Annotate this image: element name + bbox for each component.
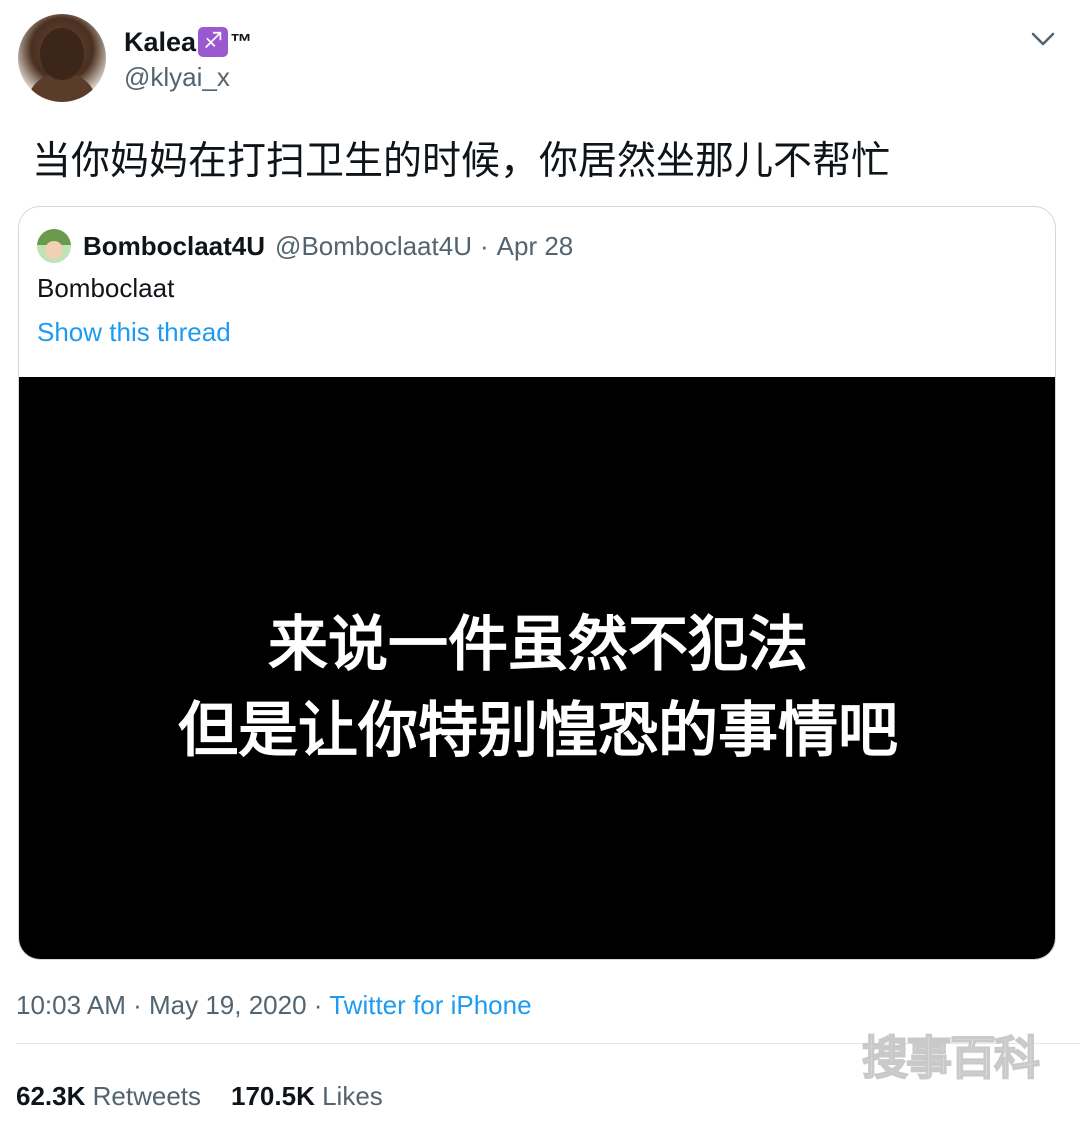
likes-label: Likes [322,1081,383,1111]
retweets-label: Retweets [92,1081,202,1111]
tweet-text: 当你妈妈在打扫卫生的时候，你居然坐那儿不帮忙 [32,139,891,184]
retweets-count: 62.3K [16,1081,86,1111]
tweet-time[interactable]: 10:03 AM [16,990,126,1020]
likes-count: 170.5K [231,1081,315,1111]
tweet-stats: 62.3K Retweets 170.5K Likes [16,1081,383,1112]
tweet-date[interactable]: May 19, 2020 [149,990,307,1020]
quoted-tweet-date: Apr 28 [496,230,574,261]
quoted-author-handle: @Bomboclaat4U [275,230,472,261]
avatar-face [40,28,84,80]
tweet-source-link[interactable]: Twitter for iPhone [329,990,531,1020]
tweet-meta: 10:03 AM · May 19, 2020 · Twitter for iP… [16,990,532,1021]
quoted-video-media[interactable]: 来说一件虽然不犯法 但是让你特别惶恐的事情吧 [19,377,1055,959]
author-name-row[interactable]: Kalea ♐ ™ [124,24,252,60]
quoted-tweet-text: Bomboclaat [37,273,175,303]
author-display-name[interactable]: Kalea [124,27,196,58]
show-thread-link[interactable]: Show this thread [37,317,231,348]
trademark-symbol: ™ [230,29,253,54]
chevron-down-icon[interactable] [1026,22,1060,56]
likes-stat[interactable]: 170.5K Likes [231,1081,383,1111]
separator-dot: · [479,230,489,261]
retweets-stat[interactable]: 62.3K Retweets [16,1081,201,1111]
quoted-author-name: Bomboclaat4U [83,230,266,261]
tweet-header: Kalea ♐ ™ @klyai_x [0,0,1080,110]
avatar-face [45,241,63,259]
separator-dot: · [313,990,323,1020]
quoted-author-avatar [37,229,71,263]
author-handle[interactable]: @klyai_x [124,62,230,93]
video-subtitle-line-2: 但是让你特别惶恐的事情吧 [178,696,898,766]
quoted-tweet-card[interactable]: Bomboclaat4U @Bomboclaat4U · Apr 28 Bomb… [18,206,1056,960]
author-avatar[interactable] [18,14,106,102]
sagittarius-icon: ♐ [198,27,229,57]
quoted-tweet-header: Bomboclaat4U @Bomboclaat4U · Apr 28 [37,229,573,263]
watermark: 搜事百科 [861,1030,1041,1086]
video-subtitle-line-1: 来说一件虽然不犯法 [268,610,808,680]
separator-dot: · [133,990,142,1020]
